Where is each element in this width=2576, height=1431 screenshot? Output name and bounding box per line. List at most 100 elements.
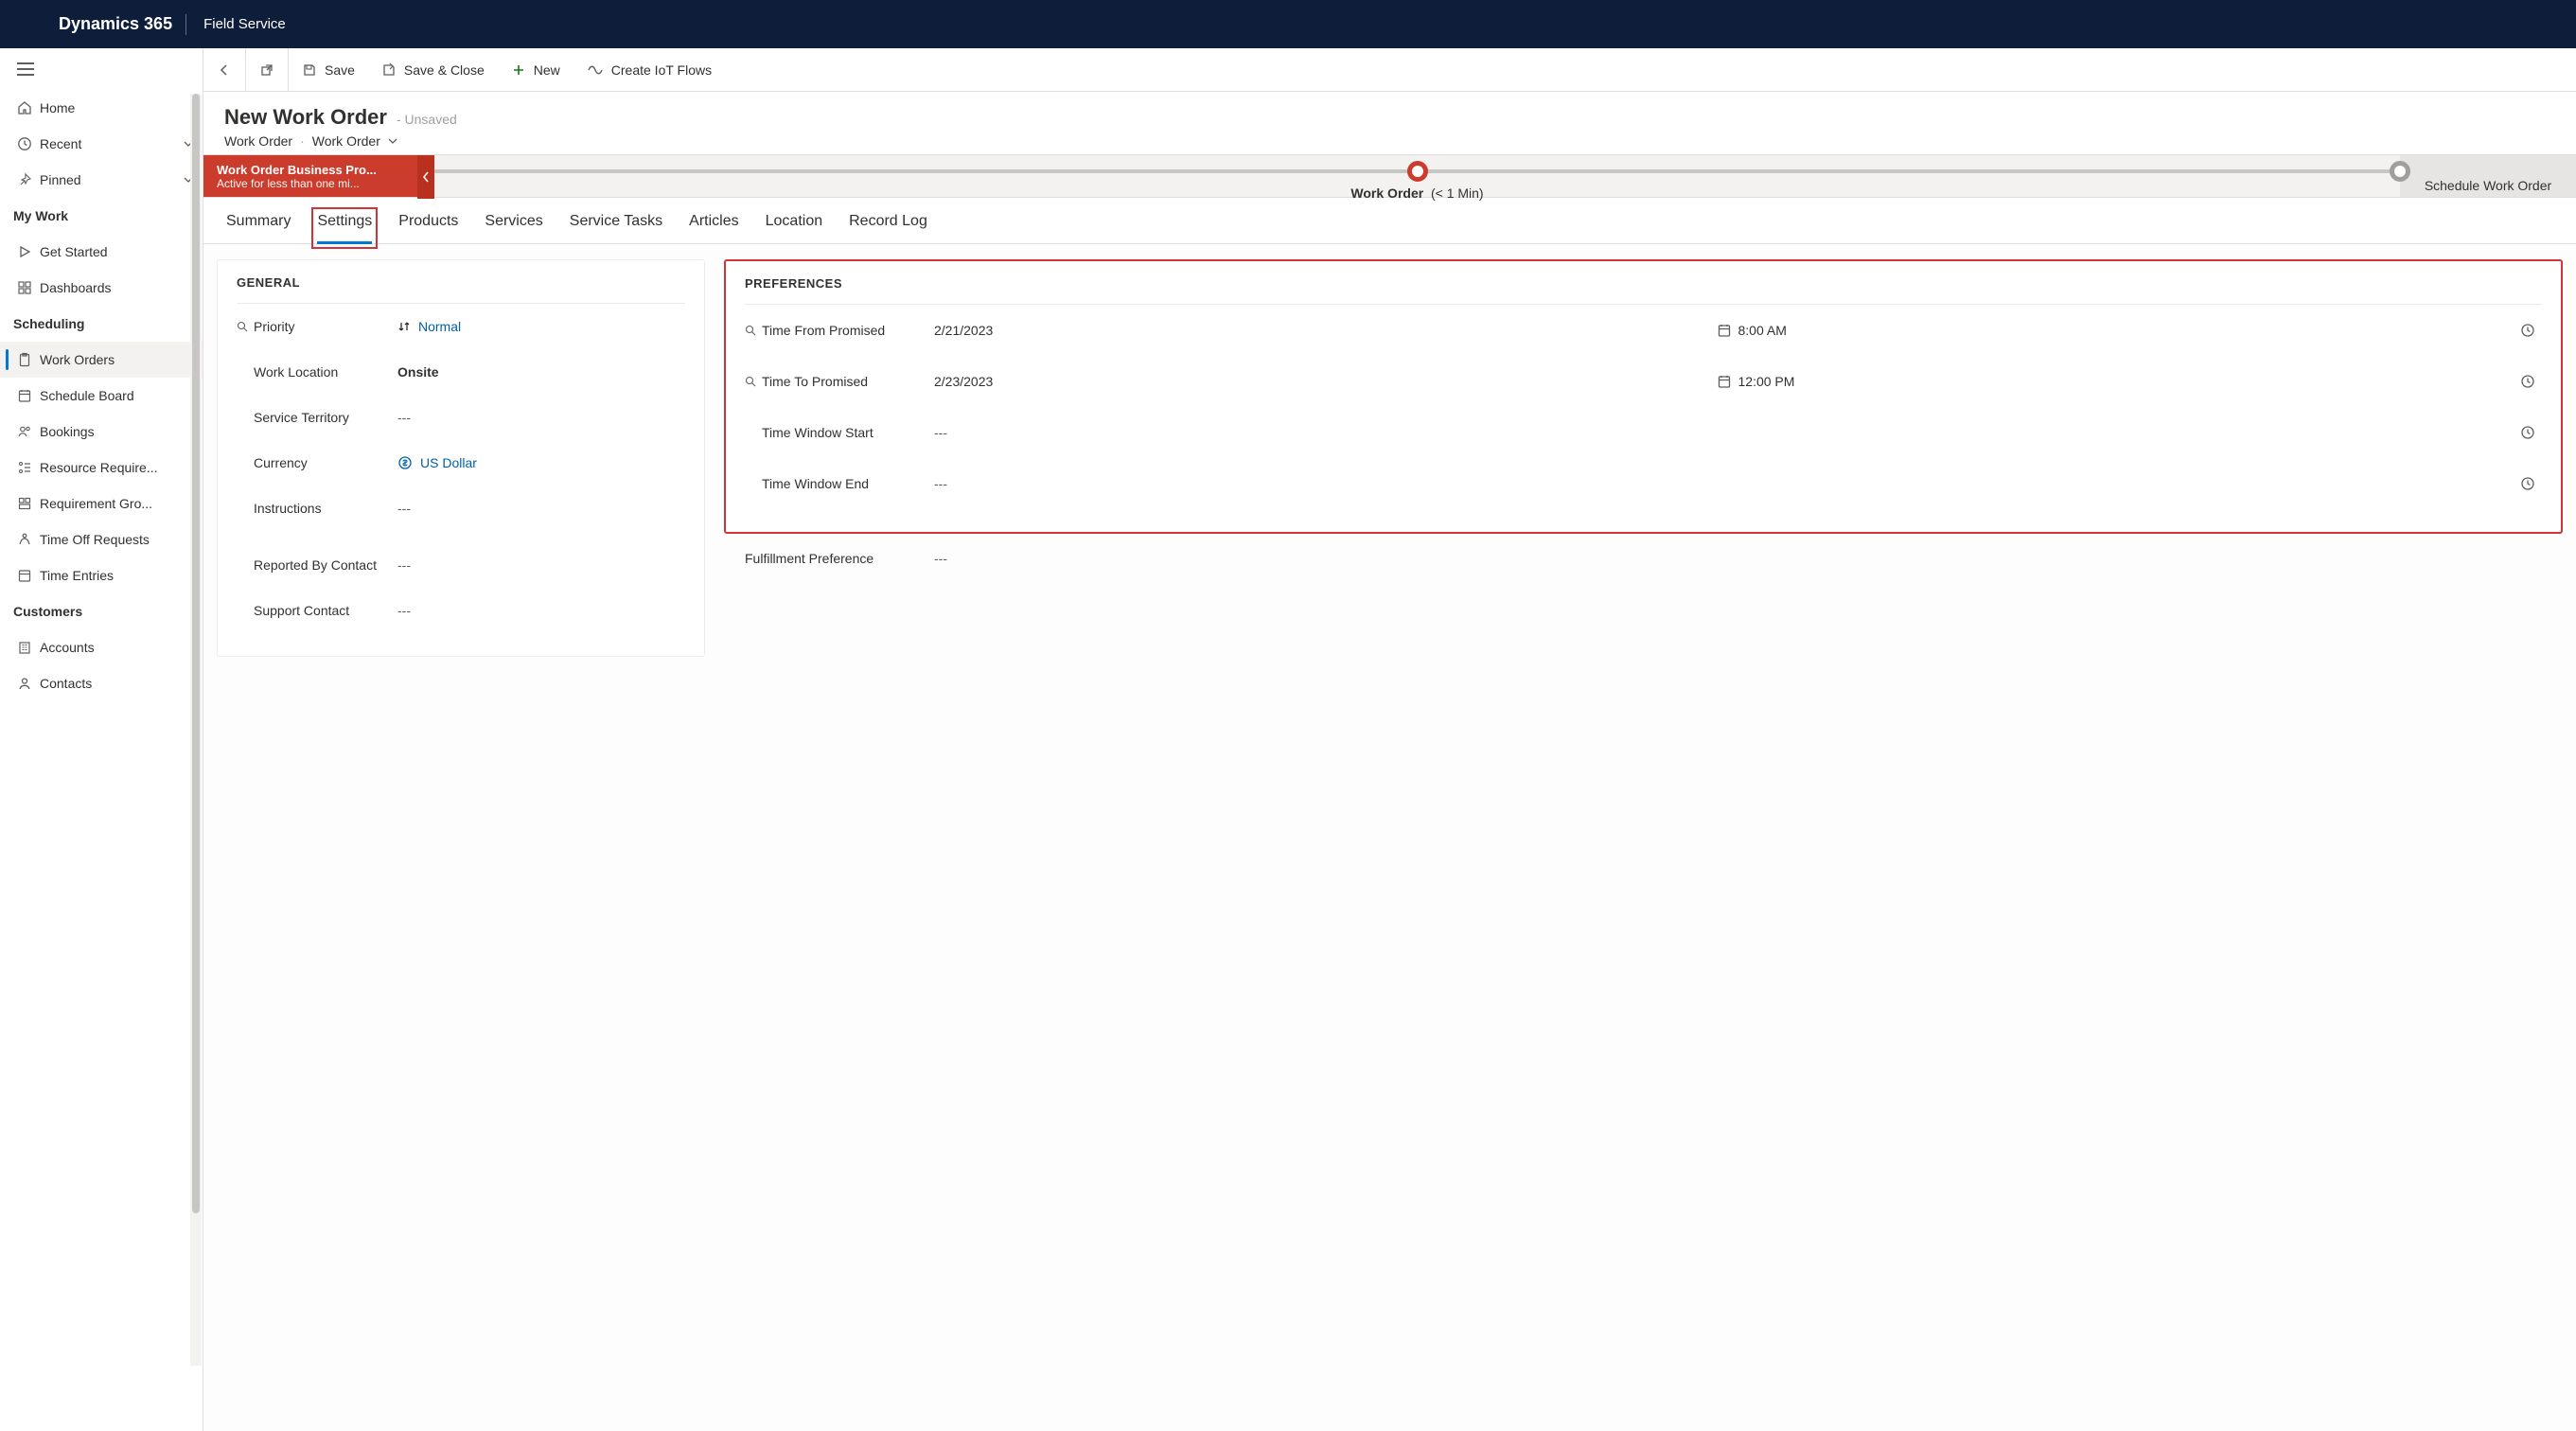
dashboard-icon [17, 280, 40, 295]
nav-group-mywork: My Work [0, 198, 203, 234]
hamburger-button[interactable] [0, 48, 203, 90]
nav-time-entries-label: Time Entries [40, 568, 203, 583]
tab-articles[interactable]: Articles [689, 213, 738, 243]
field-instructions[interactable]: Instructions --- [237, 486, 685, 531]
group-icon [17, 496, 40, 511]
calendar-icon[interactable] [1710, 374, 1738, 389]
tab-summary[interactable]: Summary [226, 213, 291, 243]
pref-time-to-label-wrap: Time To Promised [745, 356, 934, 407]
tab-services[interactable]: Services [485, 213, 542, 243]
bpf-stage2-button[interactable]: Schedule Work Order [2400, 155, 2576, 197]
save-close-button[interactable]: Save & Close [368, 48, 498, 91]
chevron-down-icon[interactable] [388, 136, 397, 146]
bpf-stage2-label: Schedule Work Order [2425, 178, 2551, 193]
pref-time-to-time[interactable]: 12:00 PM [1738, 374, 2514, 389]
nav-dashboards[interactable]: Dashboards [0, 270, 203, 306]
pref-window-start-label-wrap: Time Window Start [745, 407, 934, 458]
field-currency[interactable]: Currency US Dollar [237, 440, 685, 486]
field-currency-label: Currency [254, 455, 308, 470]
bpf-active-stage[interactable]: Work Order Business Pro... Active for le… [203, 155, 417, 197]
field-service-territory-value: --- [397, 410, 411, 425]
pref-window-end-label: Time Window End [762, 476, 869, 491]
pref-time-to-date[interactable]: 2/23/2023 [934, 374, 1710, 389]
bpf-stage2-node[interactable] [2390, 161, 2410, 182]
lock-icon [237, 321, 248, 332]
field-service-territory[interactable]: Service Territory --- [237, 395, 685, 440]
nav-contacts[interactable]: Contacts [0, 665, 203, 701]
nav-accounts[interactable]: Accounts [0, 629, 203, 665]
flow-icon [587, 62, 604, 78]
person-icon [17, 676, 40, 691]
nav-pinned[interactable]: Pinned [0, 162, 203, 198]
nav-scrollbar[interactable] [190, 94, 202, 1366]
clock-icon[interactable] [2514, 374, 2542, 389]
page-title: New Work Order [224, 105, 387, 130]
nav-time-off[interactable]: Time Off Requests [0, 521, 203, 557]
back-button[interactable] [203, 48, 246, 91]
clipboard-icon [17, 352, 40, 367]
search-icon [745, 376, 756, 387]
nav-work-orders[interactable]: Work Orders [0, 342, 203, 378]
pref-time-from-label: Time From Promised [762, 323, 885, 338]
clock-icon[interactable] [2514, 476, 2542, 491]
breadcrumb-entity: Work Order [224, 133, 292, 149]
nav-schedule-board[interactable]: Schedule Board [0, 378, 203, 414]
bpf-stage1-node[interactable] [1407, 161, 1428, 182]
field-currency-value[interactable]: US Dollar [420, 455, 477, 470]
field-work-location[interactable]: Work Location Onsite [237, 349, 685, 395]
tab-record-log[interactable]: Record Log [849, 213, 927, 243]
bpf-active-subtitle: Active for less than one mi... [217, 177, 377, 190]
people-icon [17, 424, 40, 439]
new-button[interactable]: New [498, 48, 573, 91]
building-icon [17, 640, 40, 655]
hamburger-icon [17, 68, 34, 70]
page-title-suffix: - Unsaved [397, 112, 457, 127]
pref-window-end-value[interactable]: --- [934, 476, 1710, 491]
left-nav: Home Recent Pinned My Work [0, 48, 203, 1431]
clock-icon[interactable] [2514, 323, 2542, 338]
clock-icon[interactable] [2514, 425, 2542, 440]
pref-window-start-label: Time Window Start [762, 425, 873, 440]
field-support-contact[interactable]: Support Contact --- [237, 588, 685, 633]
field-work-location-value: Onsite [397, 364, 439, 380]
save-button[interactable]: Save [289, 48, 368, 91]
field-priority[interactable]: Priority Normal [237, 304, 685, 349]
save-close-icon [381, 62, 397, 78]
nav-get-started[interactable]: Get Started [0, 234, 203, 270]
pref-time-to-label: Time To Promised [762, 374, 868, 389]
field-fulfillment-preference[interactable]: Fulfillment Preference --- [724, 534, 2563, 579]
field-priority-value[interactable]: Normal [418, 319, 461, 334]
pref-time-from-time[interactable]: 8:00 AM [1738, 323, 2514, 338]
currency-icon [397, 455, 413, 470]
breadcrumb: Work Order · Work Order [224, 133, 2555, 149]
tab-service-tasks[interactable]: Service Tasks [570, 213, 662, 243]
breadcrumb-form[interactable]: Work Order [312, 133, 380, 149]
field-support-contact-label: Support Contact [254, 603, 349, 618]
nav-home[interactable]: Home [0, 90, 203, 126]
brand-primary: Dynamics 365 [59, 14, 172, 34]
nav-bookings[interactable]: Bookings [0, 414, 203, 450]
pref-time-from-date[interactable]: 2/21/2023 [934, 323, 1710, 338]
popout-button[interactable] [246, 48, 289, 91]
tab-location[interactable]: Location [766, 213, 823, 243]
timeoff-icon [17, 532, 40, 547]
pref-window-start-value[interactable]: --- [934, 425, 1710, 440]
clock-icon [17, 136, 40, 151]
nav-requirement-groups[interactable]: Requirement Gro... [0, 486, 203, 521]
nav-resource-requirements[interactable]: Resource Require... [0, 450, 203, 486]
tab-settings[interactable]: Settings [317, 213, 372, 243]
nav-bookings-label: Bookings [40, 424, 203, 439]
tabstrip: Summary Settings Products Services Servi… [203, 198, 2576, 244]
nav-pinned-label: Pinned [40, 172, 174, 187]
field-reported-by[interactable]: Reported By Contact --- [237, 542, 685, 588]
sort-icon [397, 320, 411, 333]
field-work-location-label: Work Location [254, 364, 338, 380]
create-iot-button[interactable]: Create IoT Flows [573, 48, 725, 91]
nav-time-entries[interactable]: Time Entries [0, 557, 203, 593]
field-service-territory-label: Service Territory [254, 410, 349, 425]
calendar-icon[interactable] [1710, 323, 1738, 338]
bpf-collapse-button[interactable] [417, 155, 434, 199]
field-reported-by-value: --- [397, 557, 411, 573]
nav-recent[interactable]: Recent [0, 126, 203, 162]
tab-products[interactable]: Products [398, 213, 458, 243]
